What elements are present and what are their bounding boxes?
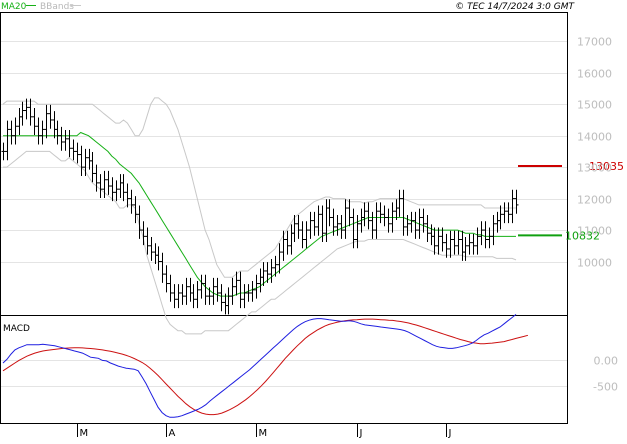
price-y-tick-label: 16000 (577, 68, 612, 81)
price-y-tick-label: 14000 (577, 131, 612, 144)
macd-y-tick-label: -500 (593, 381, 618, 394)
price-y-tick-label: 12000 (577, 194, 612, 207)
price-y-tick-label: 17000 (577, 36, 612, 49)
price-y-tick-label: 11000 (577, 225, 612, 238)
macd-panel-label: MACD (3, 324, 30, 334)
copyright-label: © TEC 14/7/2024 3:0 GMT (455, 2, 575, 12)
price-y-tick-label: 13000 (577, 162, 612, 175)
chart-root: 13035 10832 10000 11000 12000 13000 14000 1500… (0, 0, 627, 440)
ma20-legend-label: MA20 (1, 2, 27, 12)
x-tick-label: J (359, 428, 363, 439)
chart-svg: 1303510832 10000110001200013000140001500… (0, 2, 624, 439)
x-tick-label: M (259, 428, 268, 439)
x-tick-label: A (169, 428, 176, 439)
x-tick-label: M (80, 428, 89, 439)
macd-y-tick-label: 0.00 (594, 355, 619, 368)
macd-panel-frame (0, 315, 568, 424)
price-y-tick-label: 10000 (577, 257, 612, 270)
x-tick-label: J (448, 428, 452, 439)
price-y-tick-label: 15000 (577, 99, 612, 112)
bbands-legend-label: BBands (40, 2, 74, 12)
